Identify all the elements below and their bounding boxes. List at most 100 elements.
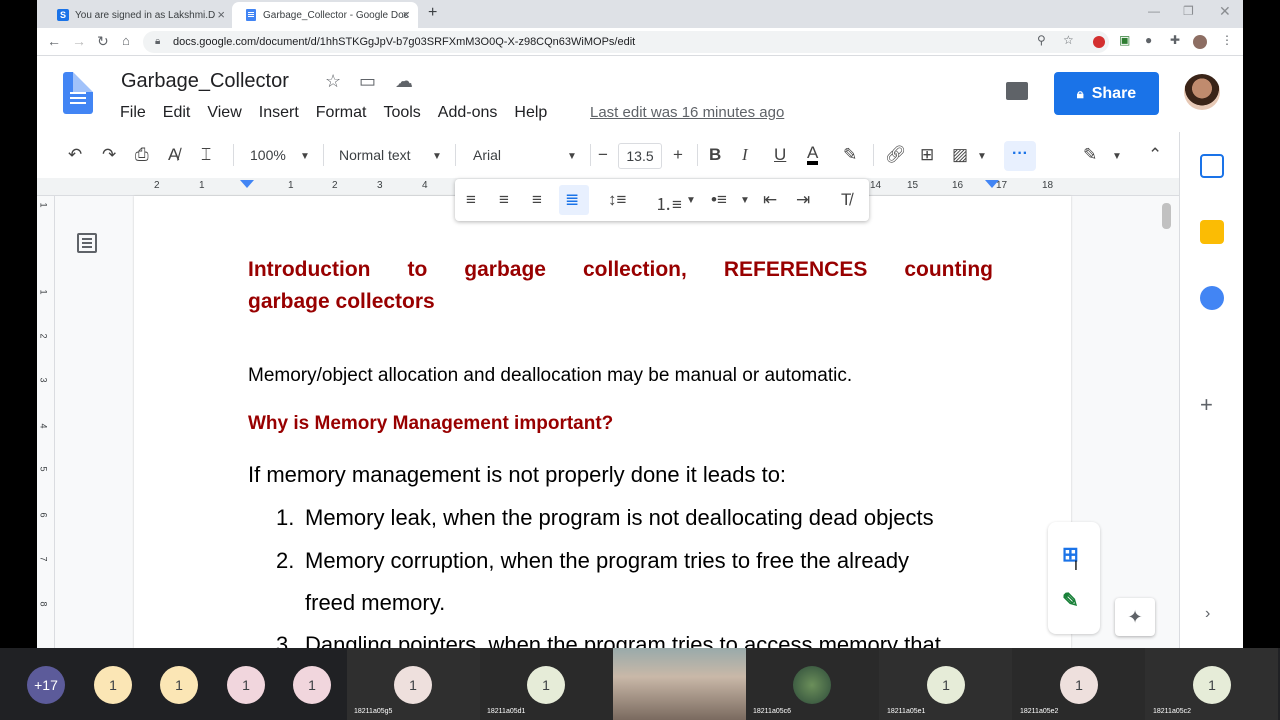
url-bar[interactable]: 🔒︎ docs.google.com/document/d/1hhSTKGgJp… bbox=[143, 31, 1109, 53]
list-item[interactable]: Memory leak, when the program is not dea… bbox=[305, 505, 934, 531]
participant-avatar[interactable]: 1 bbox=[94, 666, 132, 704]
chevron-down-icon[interactable]: ▼ bbox=[977, 151, 987, 162]
list-item[interactable]: Dangling pointers, when the program trie… bbox=[305, 632, 941, 648]
menu-edit[interactable]: Edit bbox=[163, 104, 191, 122]
font-size-input[interactable]: 13.5 bbox=[618, 143, 662, 169]
clear-formatting-icon[interactable]: T̸ bbox=[841, 190, 851, 210]
paint-format-icon[interactable]: ⌶ bbox=[201, 145, 211, 165]
participant-avatar[interactable]: 1 bbox=[927, 666, 965, 704]
forward-icon[interactable]: → bbox=[72, 33, 86, 49]
insert-image-icon[interactable]: ▨ bbox=[952, 145, 968, 165]
suggest-edits-icon[interactable]: ✎ bbox=[1062, 588, 1079, 613]
highlight-icon[interactable]: ✎ bbox=[843, 145, 857, 165]
tab-garbage-collector[interactable]: Garbage_Collector - Google Doc × bbox=[232, 2, 418, 28]
chevron-down-icon[interactable]: ▼ bbox=[567, 151, 577, 162]
menu-help[interactable]: Help bbox=[514, 104, 547, 122]
undo-icon[interactable]: ↶ bbox=[68, 145, 82, 165]
chevron-down-icon[interactable]: ▼ bbox=[300, 151, 310, 162]
spellcheck-icon[interactable]: A̸ bbox=[168, 145, 179, 165]
participant-avatar[interactable]: 1 bbox=[394, 666, 432, 704]
increase-font-size-icon[interactable]: + bbox=[673, 145, 683, 165]
vertical-ruler[interactable]: 1 1 2 3 4 5 6 7 8 bbox=[37, 196, 55, 648]
docs-logo-icon[interactable] bbox=[63, 72, 93, 114]
chevron-down-icon[interactable]: ▼ bbox=[1112, 151, 1122, 162]
extension-circle-icon[interactable]: ● bbox=[1145, 33, 1152, 47]
zoom-select[interactable]: 100% bbox=[250, 147, 286, 163]
decrease-font-size-icon[interactable]: − bbox=[598, 145, 608, 165]
participant-avatar[interactable]: 1 bbox=[1060, 666, 1098, 704]
close-tab-icon[interactable]: × bbox=[217, 7, 225, 22]
menu-view[interactable]: View bbox=[207, 104, 241, 122]
left-indent-marker[interactable] bbox=[240, 180, 254, 188]
underline-icon[interactable]: U bbox=[774, 145, 786, 165]
redo-icon[interactable]: ↷ bbox=[102, 145, 116, 165]
align-center-icon[interactable]: ≡ bbox=[499, 190, 509, 210]
menu-tools[interactable]: Tools bbox=[383, 104, 420, 122]
style-select[interactable]: Normal text bbox=[339, 147, 411, 163]
line-spacing-icon[interactable]: ↕≡ bbox=[608, 190, 626, 210]
insert-link-icon[interactable]: 🔗︎ bbox=[885, 145, 907, 165]
print-icon[interactable]: ⎙ bbox=[135, 145, 149, 165]
maximize-icon[interactable]: ❐ bbox=[1183, 4, 1194, 18]
reload-icon[interactable]: ↻ bbox=[97, 33, 109, 50]
chevron-down-icon[interactable]: ▼ bbox=[686, 195, 696, 206]
last-edit-link[interactable]: Last edit was 16 minutes ago bbox=[590, 104, 784, 121]
keep-icon[interactable] bbox=[1200, 220, 1224, 244]
editing-mode-icon[interactable]: ✎ bbox=[1083, 145, 1097, 165]
participant-photo-avatar[interactable] bbox=[793, 666, 831, 704]
minimize-icon[interactable]: — bbox=[1148, 4, 1160, 18]
participant-video[interactable] bbox=[613, 648, 746, 720]
list-item[interactable]: Memory corruption, when the program trie… bbox=[305, 548, 909, 574]
scrollbar-thumb[interactable] bbox=[1162, 203, 1171, 229]
italic-icon[interactable]: I bbox=[742, 145, 748, 165]
menu-addons[interactable]: Add-ons bbox=[438, 104, 498, 122]
right-indent-marker[interactable] bbox=[985, 180, 999, 188]
move-folder-icon[interactable]: ▭ bbox=[359, 71, 376, 92]
doc-heading-1[interactable]: Introduction to garbage collection, REFE… bbox=[248, 249, 993, 290]
zoom-icon[interactable]: ⚲ bbox=[1037, 33, 1046, 47]
browser-menu-icon[interactable]: ⋮ bbox=[1221, 33, 1233, 47]
doc-heading-2[interactable]: Why is Memory Management important? bbox=[248, 413, 613, 435]
align-left-icon[interactable]: ≡ bbox=[466, 190, 476, 210]
back-icon[interactable]: ← bbox=[47, 33, 61, 49]
menu-insert[interactable]: Insert bbox=[259, 104, 299, 122]
more-participants-badge[interactable]: +17 bbox=[27, 666, 65, 704]
cloud-saved-icon[interactable]: ☁ bbox=[395, 71, 413, 92]
participant-avatar[interactable]: 1 bbox=[527, 666, 565, 704]
doc-heading-1-cont[interactable]: garbage collectors bbox=[248, 290, 435, 314]
bookmark-star-icon[interactable]: ☆ bbox=[1063, 33, 1074, 47]
chevron-down-icon[interactable]: ▼ bbox=[432, 151, 442, 162]
doc-paragraph[interactable]: If memory management is not properly don… bbox=[248, 462, 786, 488]
home-icon[interactable]: ⌂ bbox=[122, 33, 130, 48]
list-item-cont[interactable]: freed memory. bbox=[305, 590, 445, 616]
font-select[interactable]: Arial bbox=[473, 147, 501, 163]
tab-signed-in[interactable]: S You are signed in as Lakshmi.D × bbox=[43, 2, 233, 28]
star-icon[interactable]: ☆ bbox=[325, 71, 341, 92]
participant-avatar[interactable]: 1 bbox=[1193, 666, 1231, 704]
menu-format[interactable]: Format bbox=[316, 104, 367, 122]
more-options-button[interactable]: ··· bbox=[1004, 141, 1036, 171]
text-color-icon[interactable]: A bbox=[807, 144, 819, 165]
close-window-icon[interactable]: ✕ bbox=[1219, 3, 1231, 20]
extensions-puzzle-icon[interactable]: ✚ bbox=[1170, 33, 1180, 47]
numbered-list-icon[interactable]: ⒈≡ bbox=[655, 190, 682, 215]
justify-icon[interactable]: ≣ bbox=[565, 190, 579, 210]
add-comment-icon[interactable]: ⊞ bbox=[920, 145, 934, 165]
account-avatar[interactable] bbox=[1184, 74, 1220, 110]
decrease-indent-icon[interactable]: ⇤ bbox=[763, 190, 777, 210]
bold-icon[interactable]: B bbox=[709, 145, 721, 165]
increase-indent-icon[interactable]: ⇥ bbox=[796, 190, 810, 210]
participant-avatar[interactable]: 1 bbox=[293, 666, 331, 704]
doc-title[interactable]: Garbage_Collector bbox=[121, 70, 289, 93]
share-button[interactable]: 🔒︎ Share bbox=[1054, 72, 1159, 115]
bulleted-list-icon[interactable]: •≡ bbox=[711, 190, 727, 210]
comments-icon[interactable] bbox=[1006, 82, 1028, 100]
participant-avatar[interactable]: 1 bbox=[227, 666, 265, 704]
explore-icon[interactable]: ✦ bbox=[1115, 598, 1155, 636]
extension-opera-icon[interactable] bbox=[1093, 36, 1105, 48]
doc-paragraph[interactable]: Memory/object allocation and deallocatio… bbox=[248, 365, 852, 387]
close-tab-icon[interactable]: × bbox=[402, 7, 410, 22]
participant-avatar[interactable]: 1 bbox=[160, 666, 198, 704]
add-on-plus-icon[interactable]: + bbox=[1200, 392, 1213, 418]
chevron-right-icon[interactable]: › bbox=[1205, 605, 1210, 623]
